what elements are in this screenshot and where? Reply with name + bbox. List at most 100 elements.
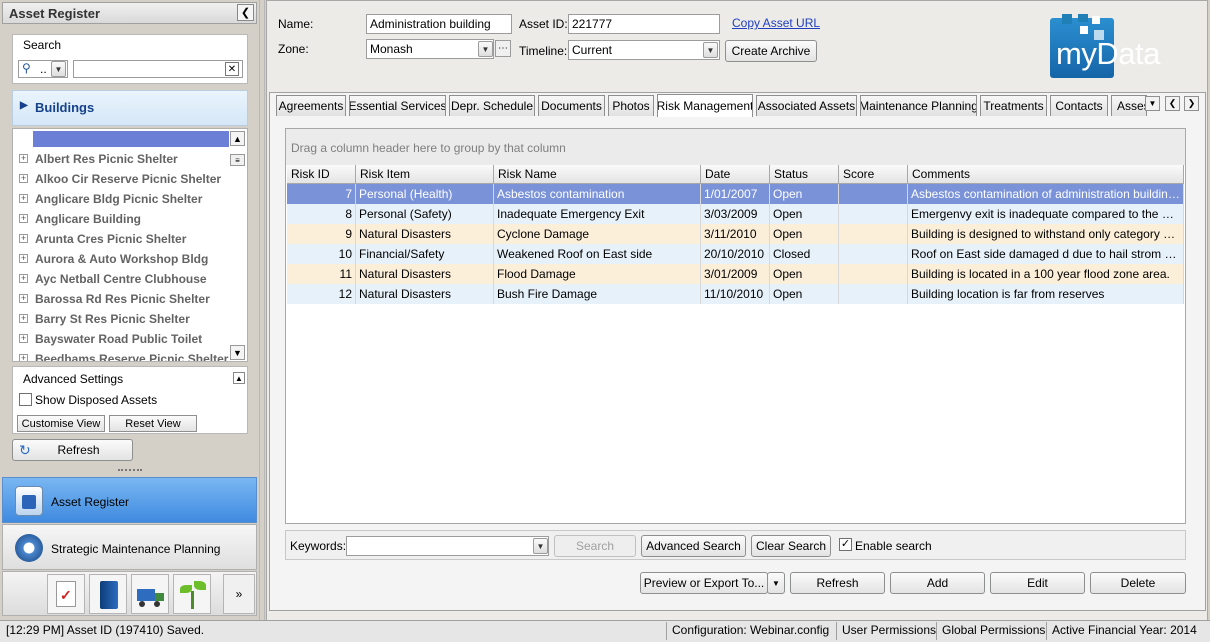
cell-comments: Emergenvy exit is inadequate compared to… bbox=[908, 204, 1184, 224]
expand-icon[interactable]: + bbox=[19, 274, 28, 283]
zone-ellipsis-button[interactable]: ⋯ bbox=[495, 40, 511, 57]
refresh-button[interactable]: Refresh bbox=[790, 572, 885, 594]
overflow-chevron-icon[interactable]: » bbox=[223, 574, 255, 614]
book-icon[interactable] bbox=[89, 574, 127, 614]
tab-treatments[interactable]: Treatments bbox=[980, 95, 1047, 116]
tab-maintenance-planning[interactable]: Maintenance Planning bbox=[860, 95, 977, 116]
tree-item[interactable]: + Anglicare Building bbox=[13, 209, 233, 229]
tab-depr-schedule[interactable]: Depr. Schedule bbox=[449, 95, 535, 116]
expand-icon[interactable]: + bbox=[19, 234, 28, 243]
nav-strategic-maintenance[interactable]: Strategic Maintenance Planning bbox=[2, 524, 257, 570]
customise-view-button[interactable]: Customise View bbox=[17, 415, 105, 432]
tab-list-dropdown-icon[interactable]: ▼ bbox=[1145, 96, 1160, 111]
group-by-panel[interactable]: Drag a column header here to group by th… bbox=[286, 129, 1185, 165]
table-row[interactable]: 10 Financial/Safety Weakened Roof on Eas… bbox=[287, 244, 1184, 264]
cell-comments: Roof on East side damaged d due to hail … bbox=[908, 244, 1184, 264]
nav-asset-register[interactable]: Asset Register bbox=[2, 477, 257, 523]
search-button[interactable]: Search bbox=[554, 535, 636, 557]
tree-item[interactable]: + Arunta Cres Picnic Shelter bbox=[13, 229, 233, 249]
table-row[interactable]: 12 Natural Disasters Bush Fire Damage 11… bbox=[287, 284, 1184, 304]
expand-icon[interactable]: + bbox=[19, 174, 28, 183]
tab-documents[interactable]: Documents bbox=[538, 95, 605, 116]
advanced-search-button[interactable]: Advanced Search bbox=[641, 535, 746, 557]
plant-icon[interactable] bbox=[173, 574, 211, 614]
tree-selected-item[interactable] bbox=[33, 131, 229, 147]
chevron-down-icon[interactable]: ▼ bbox=[703, 42, 718, 58]
delete-button[interactable]: Delete bbox=[1090, 572, 1186, 594]
timeline-dropdown[interactable]: Current bbox=[568, 40, 720, 60]
tree-item[interactable]: + Alkoo Cir Reserve Picnic Shelter bbox=[13, 169, 233, 189]
expand-icon[interactable]: + bbox=[19, 334, 28, 343]
column-header-score[interactable]: Score bbox=[839, 165, 908, 184]
reset-view-button[interactable]: Reset View bbox=[109, 415, 197, 432]
tree-item[interactable]: + Anglicare Bldg Picnic Shelter bbox=[13, 189, 233, 209]
status-user-permissions[interactable]: User Permissions bbox=[838, 622, 940, 640]
tab-agreements[interactable]: Agreements bbox=[276, 95, 346, 116]
zone-dropdown[interactable]: Monash bbox=[366, 39, 494, 59]
table-row[interactable]: 11 Natural Disasters Flood Damage 3/01/2… bbox=[287, 264, 1184, 284]
preview-export-dropdown[interactable]: ▼ bbox=[767, 572, 785, 594]
vertical-splitter[interactable] bbox=[259, 0, 265, 620]
expand-icon[interactable]: + bbox=[19, 354, 28, 361]
edit-button[interactable]: Edit bbox=[990, 572, 1085, 594]
table-row[interactable]: 7 Personal (Health) Asbestos contaminati… bbox=[287, 184, 1184, 204]
show-disposed-checkbox[interactable] bbox=[19, 393, 32, 406]
expand-icon[interactable]: + bbox=[19, 154, 28, 163]
checklist-icon[interactable]: ✓ bbox=[47, 574, 85, 614]
tree-item[interactable]: + Aurora & Auto Workshop Bldg bbox=[13, 249, 233, 269]
copy-asset-url-link[interactable]: Copy Asset URL bbox=[732, 16, 820, 30]
tab-associated-assets[interactable]: Associated Assets bbox=[756, 95, 857, 116]
tree-scroll-up-icon[interactable]: ▲ bbox=[230, 131, 245, 146]
tab-photos[interactable]: Photos bbox=[608, 95, 654, 116]
tree-item-label: Bayswater Road Public Toilet bbox=[35, 332, 203, 346]
column-header-risk-item[interactable]: Risk Item bbox=[356, 165, 494, 184]
column-header-status[interactable]: Status bbox=[770, 165, 839, 184]
tab-scroll-right-icon[interactable]: ❯ bbox=[1184, 96, 1199, 111]
tab-scroll-left-icon[interactable]: ❮ bbox=[1165, 96, 1180, 111]
status-global-permissions[interactable]: Global Permissions bbox=[938, 622, 1049, 640]
keywords-input[interactable] bbox=[346, 536, 549, 556]
expand-icon[interactable]: + bbox=[19, 194, 28, 203]
tree-item[interactable]: + Albert Res Picnic Shelter bbox=[13, 149, 233, 169]
tab-essential-services[interactable]: Essential Services bbox=[349, 95, 446, 116]
collapse-panel-button[interactable]: ❮ bbox=[237, 4, 254, 21]
splitter-grip[interactable] bbox=[118, 469, 142, 473]
tab-contacts[interactable]: Contacts bbox=[1050, 95, 1108, 116]
asset-id-field[interactable]: 221777 bbox=[568, 14, 720, 34]
tree-item[interactable]: + Barossa Rd Res Picnic Shelter bbox=[13, 289, 233, 309]
column-header-date[interactable]: Date bbox=[701, 165, 770, 184]
collapse-advanced-icon[interactable]: ▲ bbox=[233, 372, 245, 384]
refresh-tree-button[interactable]: ↻ Refresh bbox=[12, 439, 133, 461]
tab-risk-management[interactable]: Risk Management bbox=[657, 94, 753, 117]
column-header-risk-id[interactable]: Risk ID bbox=[287, 165, 356, 184]
tree-item[interactable]: + Bayswater Road Public Toilet bbox=[13, 329, 233, 349]
tree-item[interactable]: + Ayc Netball Centre Clubhouse bbox=[13, 269, 233, 289]
category-buildings[interactable]: ▶ Buildings bbox=[12, 90, 248, 126]
enable-search-checkbox[interactable]: ✓ bbox=[839, 538, 852, 551]
truck-icon[interactable] bbox=[131, 574, 169, 614]
refresh-icon: ↻ bbox=[19, 442, 31, 458]
column-header-risk-name[interactable]: Risk Name bbox=[494, 165, 701, 184]
table-row[interactable]: 8 Personal (Safety) Inadequate Emergency… bbox=[287, 204, 1184, 224]
expand-icon[interactable]: + bbox=[19, 254, 28, 263]
tree-item[interactable]: + Beedhams Reserve Picnic Shelter bbox=[13, 349, 233, 361]
name-field[interactable]: Administration building bbox=[366, 14, 512, 34]
preview-export-button[interactable]: Preview or Export To... bbox=[640, 572, 768, 594]
cell-status: Open bbox=[770, 204, 839, 224]
chevron-down-icon[interactable]: ▼ bbox=[533, 538, 548, 554]
expand-icon[interactable]: + bbox=[19, 214, 28, 223]
expand-icon[interactable]: + bbox=[19, 314, 28, 323]
search-filter-dropdown[interactable]: ⚲ .. ▼ bbox=[18, 60, 68, 78]
tree-item[interactable]: + Barry St Res Picnic Shelter bbox=[13, 309, 233, 329]
table-row[interactable]: 9 Natural Disasters Cyclone Damage 3/11/… bbox=[287, 224, 1184, 244]
expand-icon[interactable]: + bbox=[19, 294, 28, 303]
add-button[interactable]: Add bbox=[890, 572, 985, 594]
create-archive-button[interactable]: Create Archive bbox=[725, 40, 817, 62]
chevron-down-icon[interactable]: ▼ bbox=[51, 61, 66, 77]
chevron-down-icon[interactable]: ▼ bbox=[478, 41, 493, 57]
search-input[interactable] bbox=[73, 60, 243, 78]
clear-search-button[interactable]: Clear Search bbox=[751, 535, 831, 557]
clear-search-icon[interactable]: ✕ bbox=[225, 62, 239, 76]
tab-assets-truncated[interactable]: Asses bbox=[1111, 95, 1147, 116]
column-header-comments[interactable]: Comments bbox=[908, 165, 1184, 184]
